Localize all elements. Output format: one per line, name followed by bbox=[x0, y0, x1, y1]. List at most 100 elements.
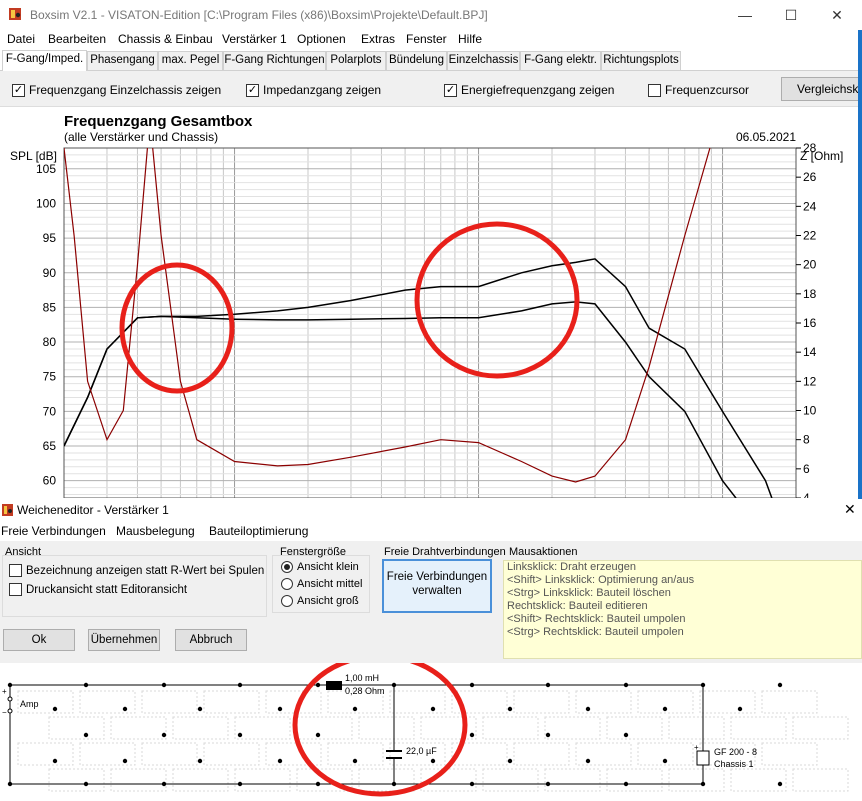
checkbox-icon bbox=[9, 564, 22, 577]
schematic-slot bbox=[513, 690, 570, 714]
check-einzelchassis[interactable]: ✓ Frequenzgang Einzelchassis zeigen bbox=[12, 83, 221, 97]
maus-line: Rechtsklick: Bauteil editieren bbox=[507, 600, 648, 612]
menu-extras[interactable]: Extras bbox=[361, 32, 395, 46]
node-dot[interactable] bbox=[585, 758, 591, 764]
tab-polarplots[interactable]: Polarplots bbox=[326, 51, 386, 70]
menu-fenster[interactable]: Fenster bbox=[406, 32, 447, 46]
check-druckansicht[interactable]: Druckansicht statt Editoransicht bbox=[9, 583, 187, 596]
node-dot[interactable] bbox=[52, 758, 58, 764]
check-energiefrequenzgang[interactable]: ✓ Energiefrequenzgang zeigen bbox=[444, 83, 614, 97]
node-dot[interactable] bbox=[777, 781, 783, 787]
minimize-button[interactable]: — bbox=[722, 0, 768, 30]
chart-title: Frequenzgang Gesamtbox bbox=[64, 113, 253, 130]
vergleichskurve-button[interactable]: Vergleichskurve bbox=[781, 77, 861, 101]
node-dot[interactable] bbox=[507, 758, 513, 764]
maximize-button[interactable]: ☐ bbox=[768, 0, 814, 30]
y2-tick-label: 10 bbox=[803, 404, 817, 418]
y2-tick-label: 18 bbox=[803, 287, 817, 301]
menu-optionen[interactable]: Optionen bbox=[297, 32, 346, 46]
crossover-schematic[interactable]: + − Amp 1,00 mH 0,28 Ohm 22,0 µF + GF 20… bbox=[0, 663, 862, 801]
node-dot[interactable] bbox=[623, 732, 629, 738]
dialog-close-button[interactable]: ✕ bbox=[844, 501, 856, 518]
y2-ticks: 28 26 24 22 20 18 16 14 12 10 8 6 4 bbox=[796, 141, 817, 498]
dialog-title: Weicheneditor - Verstärker 1 bbox=[17, 503, 169, 517]
y2-tick-label: 20 bbox=[803, 258, 817, 272]
schematic-slot bbox=[730, 716, 787, 740]
tab-fgang-imped[interactable]: F-Gang/Imped. bbox=[2, 50, 87, 71]
ok-button[interactable]: Ok bbox=[3, 629, 75, 651]
node-dot[interactable] bbox=[430, 706, 436, 712]
schematic-slot bbox=[420, 716, 477, 740]
radio-icon bbox=[281, 595, 293, 607]
node-dot[interactable] bbox=[52, 706, 58, 712]
close-button[interactable]: ✕ bbox=[814, 0, 860, 30]
schematic-slot bbox=[792, 768, 849, 792]
check-bezeichnung[interactable]: Bezeichnung anzeigen statt R-Wert bei Sp… bbox=[9, 564, 264, 577]
chart-date: 06.05.2021 bbox=[736, 130, 796, 144]
menu-freie-verbindungen[interactable]: Freie Verbindungen bbox=[1, 524, 106, 538]
coil-icon[interactable] bbox=[326, 681, 342, 690]
y-tick-label: 95 bbox=[43, 231, 57, 245]
maus-line: <Shift> Rechtsklick: Bauteil umpolen bbox=[507, 613, 686, 625]
menu-datei[interactable]: Datei bbox=[7, 32, 35, 46]
node-dot[interactable] bbox=[315, 732, 321, 738]
node-dot[interactable] bbox=[197, 706, 203, 712]
schematic-slot bbox=[575, 742, 632, 766]
menu-bauteiloptimierung[interactable]: Bauteiloptimierung bbox=[209, 524, 308, 538]
driver-icon[interactable] bbox=[696, 750, 710, 766]
dialog-title-bar: Weicheneditor - Verstärker 1 ✕ bbox=[0, 499, 862, 521]
schematic-slot bbox=[575, 690, 632, 714]
schematic-slot bbox=[761, 690, 818, 714]
schematic-slot bbox=[544, 768, 601, 792]
tab-richtungsplots[interactable]: Richtungsplots bbox=[601, 51, 681, 70]
node-dot[interactable] bbox=[545, 732, 551, 738]
node-dot[interactable] bbox=[430, 758, 436, 764]
schematic-slot bbox=[699, 690, 756, 714]
node-dot[interactable] bbox=[237, 732, 243, 738]
menu-verstaerker[interactable]: Verstärker 1 bbox=[222, 32, 287, 46]
tab-fgang-elektr[interactable]: F-Gang elektr. bbox=[520, 51, 601, 70]
node-dot[interactable] bbox=[352, 758, 358, 764]
node-dot[interactable] bbox=[277, 758, 283, 764]
tab-einzelchassis[interactable]: Einzelchassis bbox=[447, 51, 520, 70]
plot-frame bbox=[63, 147, 797, 498]
check-impedanzgang[interactable]: ✓ Impedanzgang zeigen bbox=[246, 83, 381, 97]
menu-bearbeiten[interactable]: Bearbeiten bbox=[48, 32, 106, 46]
menu-chassis-einbau[interactable]: Chassis & Einbau bbox=[118, 32, 213, 46]
node-dot[interactable] bbox=[737, 706, 743, 712]
node-dot[interactable] bbox=[469, 732, 475, 738]
node-dot[interactable] bbox=[662, 758, 668, 764]
node-dot[interactable] bbox=[277, 706, 283, 712]
uebernehmen-button[interactable]: Übernehmen bbox=[88, 629, 160, 651]
capacitor-value: 22,0 µF bbox=[406, 746, 437, 756]
menu-hilfe[interactable]: Hilfe bbox=[458, 32, 482, 46]
menu-mausbelegung[interactable]: Mausbelegung bbox=[116, 524, 195, 538]
node-dot[interactable] bbox=[662, 706, 668, 712]
tab-phasengang[interactable]: Phasengang bbox=[87, 51, 158, 70]
radio-ansicht-klein[interactable]: Ansicht klein bbox=[281, 561, 359, 573]
schematic-slot bbox=[203, 690, 260, 714]
schematic-slot bbox=[606, 716, 663, 740]
schematic-slot bbox=[141, 690, 198, 714]
y2-tick-label: 16 bbox=[803, 316, 817, 330]
check-frequenzcursor[interactable]: Frequenzcursor bbox=[648, 83, 749, 97]
tab-fgang-richtungen[interactable]: F-Gang Richtungen bbox=[223, 51, 326, 70]
schematic-slot bbox=[234, 716, 291, 740]
node-dot[interactable] bbox=[83, 732, 89, 738]
ansicht-label: Ansicht bbox=[5, 546, 42, 558]
weicheneditor-dialog: Weicheneditor - Verstärker 1 ✕ Freie Ver… bbox=[0, 499, 862, 801]
tab-max-pegel[interactable]: max. Pegel bbox=[158, 51, 223, 70]
node-dot[interactable] bbox=[122, 706, 128, 712]
radio-ansicht-gross[interactable]: Ansicht groß bbox=[281, 595, 359, 607]
node-dot[interactable] bbox=[122, 758, 128, 764]
freie-verbindungen-button[interactable]: Freie Verbindungen verwalten bbox=[382, 559, 492, 613]
node-dot[interactable] bbox=[585, 706, 591, 712]
node-dot[interactable] bbox=[777, 682, 783, 688]
node-dot[interactable] bbox=[507, 706, 513, 712]
abbruch-button[interactable]: Abbruch bbox=[175, 629, 247, 651]
node-dot[interactable] bbox=[161, 732, 167, 738]
radio-ansicht-mittel[interactable]: Ansicht mittel bbox=[281, 578, 362, 590]
node-dot[interactable] bbox=[197, 758, 203, 764]
node-dot[interactable] bbox=[352, 706, 358, 712]
tab-buendelung[interactable]: Bündelung bbox=[386, 51, 447, 70]
